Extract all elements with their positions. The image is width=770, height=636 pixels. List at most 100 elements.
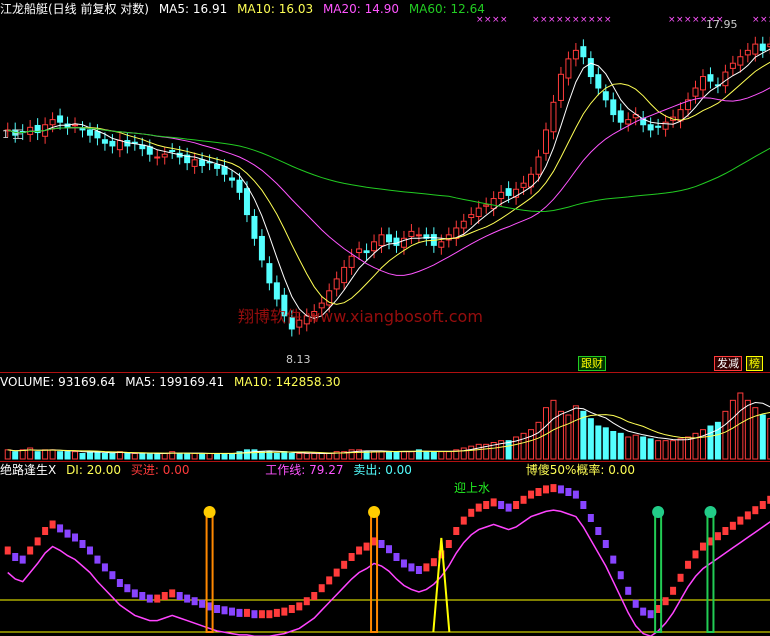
candle-body — [572, 49, 579, 60]
price-panel: ×××××××××××××××××××××××× 江龙船艇(日线 前复权 对数)… — [0, 0, 770, 372]
volume-bar — [625, 436, 632, 460]
work-bar — [303, 597, 310, 606]
candle-body — [707, 74, 714, 82]
work-bar — [184, 594, 191, 603]
reduce-badge-text: 减 — [728, 357, 739, 370]
signal-marker: × — [572, 15, 580, 25]
volume-bar — [288, 453, 295, 460]
buy-signal-icon — [203, 506, 216, 518]
volume-bar — [572, 405, 579, 460]
welcome-label: 迎上水 — [454, 481, 491, 495]
volume-bar — [311, 453, 318, 460]
watermark: 翔博软件 www.xiangbosoft.com — [238, 307, 483, 326]
candle-body — [229, 177, 236, 181]
volume-bar — [266, 451, 273, 460]
candle-body — [221, 166, 228, 175]
candle-body — [273, 282, 280, 300]
work-bar — [729, 521, 736, 530]
signal-marker: × — [588, 15, 596, 25]
volume-bar — [109, 453, 116, 460]
volume-bar — [206, 453, 213, 460]
work-bar — [542, 485, 549, 494]
volume-bar — [94, 451, 101, 460]
volume-bar — [423, 451, 430, 460]
candle-body — [101, 139, 108, 144]
volume-bar — [191, 453, 198, 460]
volume-header: VOLUME: 93169.64 MA5: 199169.41 MA10: 14… — [0, 375, 347, 389]
work-bar — [737, 516, 744, 525]
candle-body — [550, 101, 557, 133]
volume-bar — [57, 451, 64, 460]
volume-bar — [475, 443, 482, 460]
volume-bar — [685, 436, 692, 460]
candle-body — [505, 188, 512, 196]
work-bar — [714, 532, 721, 541]
work-bar — [139, 592, 146, 600]
volume-label: VOLUME: 93169.64 — [0, 375, 116, 389]
volume-bar — [699, 429, 706, 460]
volume-bar — [640, 436, 647, 460]
volume-bar — [647, 438, 654, 460]
work-bar — [520, 495, 527, 504]
signal-marker: × — [492, 15, 500, 25]
candle-body — [386, 234, 392, 243]
signal-marker: × — [556, 15, 564, 25]
candle-body — [266, 263, 273, 284]
reduce-badge[interactable]: 发减 — [714, 356, 742, 371]
work-bar — [288, 605, 295, 613]
volume-bar — [505, 440, 512, 460]
volume-bar — [154, 453, 161, 460]
work-bar — [34, 537, 41, 546]
candle-body — [744, 49, 751, 56]
volume-bar — [587, 418, 594, 460]
ma5-label: MA5: 16.91 — [158, 2, 228, 16]
work-line-label: 工作线: 79.27 — [265, 463, 344, 477]
candle-body — [460, 220, 467, 229]
work-bar — [505, 503, 512, 512]
candle-body — [116, 140, 123, 151]
candle-body — [251, 215, 258, 239]
volume-bar — [139, 453, 146, 460]
volume-bar — [438, 451, 445, 460]
volume-bar — [632, 434, 639, 460]
work-bar — [311, 592, 318, 600]
volume-bar — [737, 392, 744, 460]
candle-body — [146, 146, 153, 155]
volume-bar — [602, 427, 609, 460]
work-bar — [610, 555, 617, 564]
candle-body — [752, 43, 759, 55]
work-bar — [513, 501, 520, 509]
candle-body — [57, 115, 64, 123]
work-bar — [27, 546, 34, 555]
work-bar — [116, 579, 123, 587]
di-label: DI: 20.00 — [66, 463, 122, 477]
candle-body — [214, 164, 221, 169]
candle-body — [154, 156, 161, 159]
ma5-line — [7, 48, 770, 319]
candle-body — [236, 179, 243, 193]
finance-badge[interactable]: 跟财 — [578, 356, 606, 371]
candle-body — [490, 198, 497, 210]
work-bar — [587, 514, 594, 522]
work-bar — [266, 610, 273, 619]
work-bar — [423, 563, 430, 572]
ma10-label: MA10: 16.03 — [237, 2, 314, 16]
candle-body — [587, 58, 594, 78]
work-bar — [602, 540, 609, 548]
signal-marker: × — [668, 15, 676, 25]
candle-body — [617, 110, 624, 123]
high-price-label: 17.95 — [706, 18, 738, 31]
volume-bar — [49, 449, 56, 460]
work-bar — [12, 553, 19, 561]
volume-bar — [131, 453, 138, 460]
candle-body — [595, 74, 602, 89]
work-bar — [333, 568, 340, 577]
volume-bar — [535, 421, 542, 460]
rank-badge[interactable]: 榜 — [746, 356, 763, 371]
work-bar — [251, 610, 258, 619]
signal-marker: × — [760, 15, 768, 25]
volume-bar — [393, 451, 400, 460]
work-bar — [258, 610, 265, 619]
signal-marker: × — [752, 15, 760, 25]
work-bar — [49, 520, 56, 529]
